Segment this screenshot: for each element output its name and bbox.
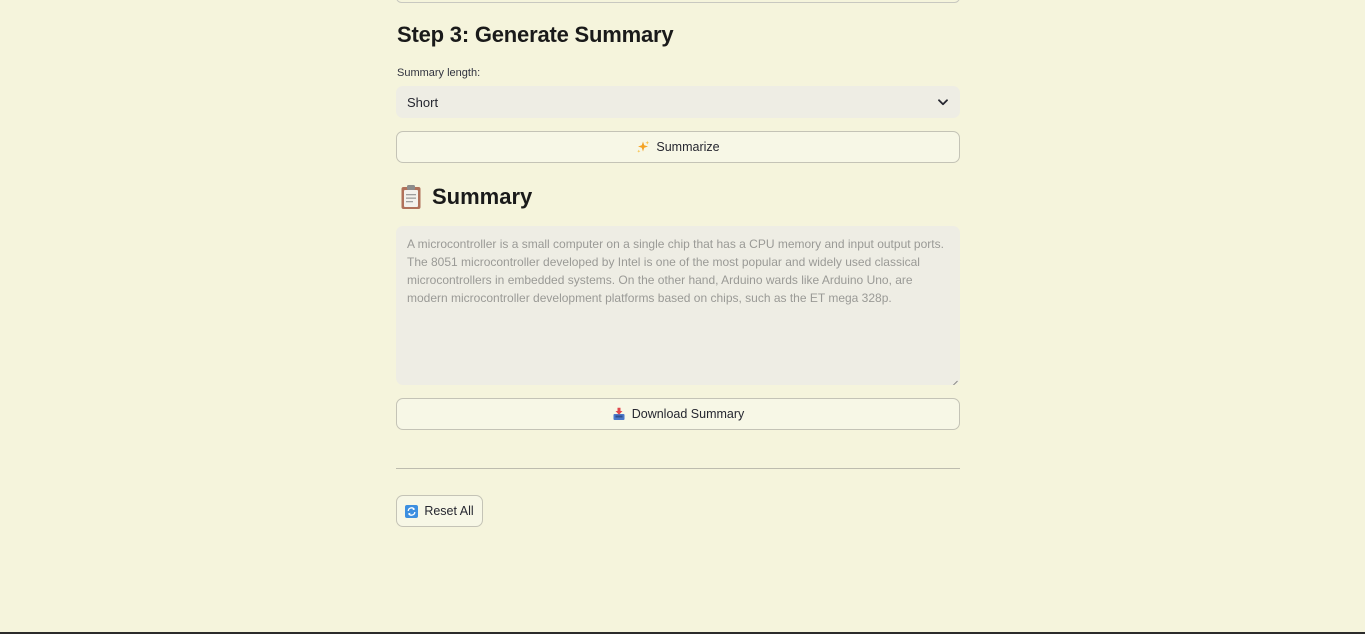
- summary-heading-text: Summary: [432, 184, 533, 209]
- summary-textarea[interactable]: A microcontroller is a small computer on…: [396, 226, 960, 385]
- summary-heading: Summary: [400, 184, 532, 210]
- download-summary-button[interactable]: Download Summary: [396, 398, 960, 430]
- resize-grip-icon[interactable]: [950, 375, 958, 385]
- step-title: Step 3: Generate Summary: [397, 22, 674, 47]
- chevron-down-icon: [937, 96, 949, 108]
- page: Step 3: Generate Summary Summary length:…: [0, 0, 1365, 634]
- summary-length-selected-value: Short: [407, 94, 439, 110]
- inbox-tray-icon: [612, 407, 626, 421]
- summary-text: A microcontroller is a small computer on…: [407, 237, 944, 305]
- reset-all-button[interactable]: Reset All: [396, 495, 483, 527]
- clipboard-icon: [400, 184, 422, 210]
- summary-length-select[interactable]: Short: [396, 86, 960, 118]
- summarize-button[interactable]: Summarize: [396, 131, 960, 163]
- download-summary-button-label: Download Summary: [631, 407, 745, 421]
- summarize-button-label: Summarize: [656, 140, 720, 154]
- sparkles-icon: [636, 140, 650, 154]
- section-divider: [396, 468, 960, 469]
- previous-section-edge: [396, 0, 960, 3]
- summary-length-label: Summary length:: [397, 67, 481, 79]
- reset-all-button-label: Reset All: [424, 504, 474, 518]
- counterclockwise-arrows-icon: [405, 504, 419, 518]
